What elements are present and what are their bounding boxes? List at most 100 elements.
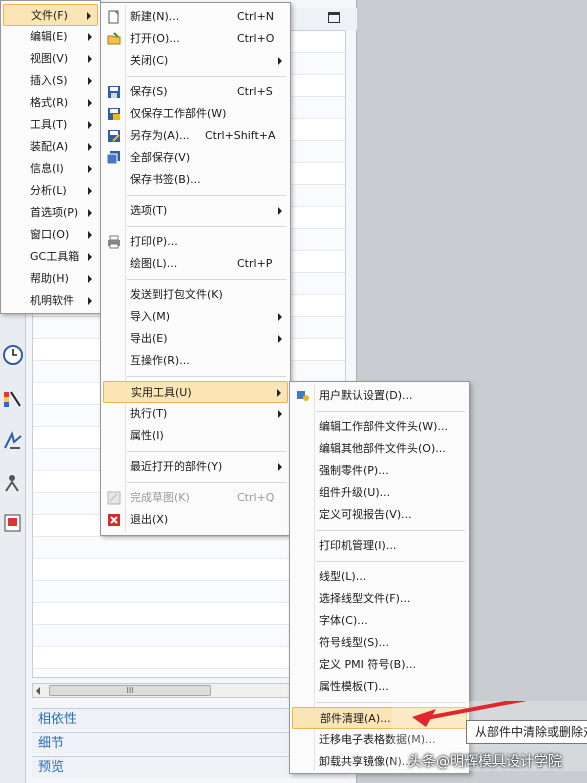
file-menu-item[interactable]: 打印(P)... xyxy=(103,231,288,253)
file-menu-item[interactable]: 最近打开的部件(Y) xyxy=(103,456,288,478)
main-menu-item-label: 文件(F) xyxy=(31,9,68,22)
menu-separator xyxy=(316,411,465,412)
utilities-menu-item-label: 打印机管理(I)... xyxy=(319,539,397,552)
file-menu-item[interactable]: 退出(X) xyxy=(103,509,288,531)
main-menu-item[interactable]: GC工具箱 xyxy=(3,246,98,268)
user-defaults-icon xyxy=(297,391,309,401)
main-menu-item-label: 机明软件 xyxy=(30,294,74,307)
system-materials-icon[interactable] xyxy=(2,512,24,534)
utilities-menu-item[interactable]: 线型(L)... xyxy=(292,566,467,588)
utilities-menu-item-label: 编辑工作部件文件头(W)... xyxy=(319,420,448,433)
main-menu-item[interactable]: 文件(F) xyxy=(3,4,98,26)
utilities-menu-item-label: 强制零件(P)... xyxy=(319,464,389,477)
submenu-arrow-icon xyxy=(88,209,92,217)
utilities-menu-item[interactable]: 打印机管理(I)... xyxy=(292,535,467,557)
scroll-left-icon[interactable] xyxy=(36,687,40,695)
main-menu-item[interactable]: 编辑(E) xyxy=(3,26,98,48)
utilities-menu-item[interactable]: 编辑工作部件文件头(W)... xyxy=(292,416,467,438)
file-menu-item[interactable]: 属性(I) xyxy=(103,425,288,447)
utilities-menu-item[interactable]: 定义 PMI 符号(B)... xyxy=(292,654,467,676)
menu-separator xyxy=(127,226,286,227)
file-menu-item[interactable]: 全部保存(V) xyxy=(103,147,288,169)
main-menu-item-label: 编辑(E) xyxy=(30,30,68,43)
file-menu-item[interactable]: 绘图(L)... Ctrl+P xyxy=(103,253,288,275)
submenu-arrow-icon xyxy=(278,410,282,418)
file-menu-item[interactable]: 执行(T) xyxy=(103,403,288,425)
file-menu-item[interactable]: 仅保存工作部件(W) xyxy=(103,103,288,125)
main-menu-item-label: GC工具箱 xyxy=(30,250,80,263)
main-menu-item-label: 视图(V) xyxy=(30,52,69,65)
file-menu-item[interactable]: 新建(N)... Ctrl+N xyxy=(103,6,288,28)
scroll-thumb[interactable]: III xyxy=(49,685,211,696)
file-menu-item[interactable]: 关闭(C) xyxy=(103,50,288,72)
save-as-icon xyxy=(108,130,120,142)
file-menu-item-label: 互操作(R)... xyxy=(130,354,190,367)
file-menu-item-label: 保存(S) xyxy=(130,85,168,98)
main-menu: 文件(F) 编辑(E) 视图(V) 插入(S) 格式(R) 工具(T) 装配(A) 信息(I)… xyxy=(0,0,101,314)
measure-tool-icon[interactable] xyxy=(2,430,24,452)
menu-separator xyxy=(316,530,465,531)
save-icon xyxy=(108,86,120,98)
main-menu-item[interactable]: 机明软件 xyxy=(3,290,98,312)
utilities-menu-item[interactable]: 属性模板(T)... xyxy=(292,676,467,698)
file-menu-item[interactable]: 互操作(R)... xyxy=(103,350,288,372)
file-menu-item[interactable]: 保存(S) Ctrl+S xyxy=(103,81,288,103)
file-menu-item[interactable]: 导出(E) xyxy=(103,328,288,350)
utilities-menu-item[interactable]: 组件升级(U)... xyxy=(292,482,467,504)
main-menu-item[interactable]: 分析(L) xyxy=(3,180,98,202)
main-menu-item[interactable]: 视图(V) xyxy=(3,48,98,70)
utilities-menu-item[interactable]: 选择线型文件(F)... xyxy=(292,588,467,610)
file-menu-item-label: 属性(I) xyxy=(130,429,164,442)
submenu-arrow-icon xyxy=(88,275,92,283)
file-menu-item-label: 发送到打包文件(K) xyxy=(130,288,223,301)
utilities-menu-item[interactable]: 定义可视报告(V)... xyxy=(292,504,467,526)
utilities-menu-item-label: 线型(L)... xyxy=(319,570,367,583)
submenu-arrow-icon xyxy=(88,143,92,151)
file-menu-item[interactable]: 打开(O)... Ctrl+O xyxy=(103,28,288,50)
file-menu-item-label: 实用工具(U) xyxy=(131,386,192,399)
finish-sketch-icon xyxy=(107,491,121,505)
main-menu-item-label: 信息(I) xyxy=(30,162,64,175)
open-folder-icon xyxy=(107,32,121,45)
main-menu-item[interactable]: 插入(S) xyxy=(3,70,98,92)
file-menu-item-label: 关闭(C) xyxy=(130,54,169,67)
main-menu-item[interactable]: 装配(A) xyxy=(3,136,98,158)
main-menu-item[interactable]: 工具(T) xyxy=(3,114,98,136)
utilities-menu-item-label: 字体(C)... xyxy=(319,614,368,627)
save-work-part-icon xyxy=(108,108,120,120)
history-clock-icon[interactable] xyxy=(2,344,24,366)
main-menu-item[interactable]: 首选项(P) xyxy=(3,202,98,224)
roles-icon[interactable] xyxy=(2,472,24,494)
menu-tooltip: 从部件中清除或删除对象 xyxy=(466,720,587,744)
utilities-menu-item-label: 用户默认设置(D)... xyxy=(319,389,413,402)
menu-separator xyxy=(127,279,286,280)
file-menu-item[interactable]: 保存书签(B)... xyxy=(103,169,288,191)
utilities-menu-item-label: 属性模板(T)... xyxy=(319,680,389,693)
main-menu-item[interactable]: 帮助(H) xyxy=(3,268,98,290)
menu-separator xyxy=(127,376,286,377)
file-menu-item-label: 最近打开的部件(Y) xyxy=(130,460,223,473)
main-menu-item-label: 工具(T) xyxy=(30,118,68,131)
utilities-menu-item[interactable]: 编辑其他部件文件头(O)... xyxy=(292,438,467,460)
file-menu-item[interactable]: 选项(T) xyxy=(103,200,288,222)
file-menu-item[interactable]: 另存为(A)... Ctrl+Shift+A xyxy=(103,125,288,147)
utilities-menu-item[interactable]: 字体(C)... xyxy=(292,610,467,632)
maximize-icon[interactable] xyxy=(328,12,340,23)
utilities-menu-item[interactable]: 强制零件(P)... xyxy=(292,460,467,482)
color-palette-icon[interactable] xyxy=(2,388,24,410)
main-menu-item-label: 格式(R) xyxy=(30,96,69,109)
submenu-arrow-icon xyxy=(88,55,92,63)
file-menu-item[interactable]: 导入(M) xyxy=(103,306,288,328)
main-menu-item-label: 窗口(O) xyxy=(30,228,70,241)
file-menu-item[interactable]: 发送到打包文件(K) xyxy=(103,284,288,306)
main-menu-item[interactable]: 格式(R) xyxy=(3,92,98,114)
file-menu-item-label: 完成草图(K) xyxy=(130,491,190,504)
file-menu-item-label: 执行(T) xyxy=(130,407,168,420)
file-menu-item-label: 打印(P)... xyxy=(130,235,178,248)
main-menu-item[interactable]: 窗口(O) xyxy=(3,224,98,246)
main-menu-item[interactable]: 信息(I) xyxy=(3,158,98,180)
utilities-menu-item[interactable]: 用户默认设置(D)... xyxy=(292,385,467,407)
file-menu-item[interactable]: 实用工具(U) xyxy=(103,381,288,403)
file-menu-item-label: 新建(N)... xyxy=(130,10,180,23)
utilities-menu-item[interactable]: 符号线型(S)... xyxy=(292,632,467,654)
